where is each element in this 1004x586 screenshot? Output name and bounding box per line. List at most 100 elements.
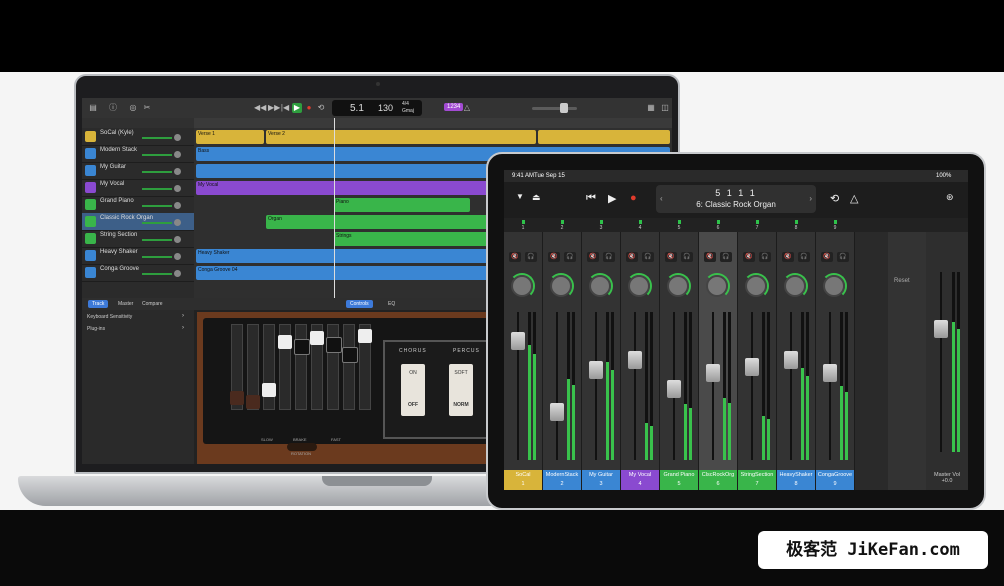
timeline-ruler[interactable]	[194, 118, 672, 128]
tab-master[interactable]: Master	[114, 300, 137, 308]
library-icon[interactable]: ▤	[88, 103, 98, 113]
mute-icon[interactable]: 🔇	[626, 252, 638, 262]
tab-compare[interactable]: Compare	[138, 300, 167, 308]
region-piano[interactable]: Piano	[334, 198, 470, 212]
pan-knob[interactable]	[823, 275, 845, 297]
track-pan-knob[interactable]	[174, 253, 181, 260]
pan-knob[interactable]	[589, 275, 611, 297]
track-pan-knob[interactable]	[174, 168, 181, 175]
headphones-icon[interactable]: 🎧	[759, 252, 771, 262]
drawbar[interactable]	[278, 324, 292, 410]
drawbar[interactable]	[294, 324, 310, 410]
volume-fader[interactable]	[706, 364, 720, 382]
track-pan-knob[interactable]	[174, 270, 181, 277]
mute-icon[interactable]: 🔇	[665, 252, 677, 262]
channel-strip[interactable]: 🔇 🎧 HeavyShaker 8	[777, 232, 816, 490]
notepad-icon[interactable]: ▦	[646, 103, 656, 113]
cycle-icon[interactable]: ⟲	[830, 192, 839, 205]
volume-fader[interactable]	[511, 331, 525, 350]
drawbar[interactable]	[262, 324, 276, 410]
fast-forward-icon[interactable]: ▶▶	[268, 103, 280, 113]
region-verse2[interactable]: Verse 2	[266, 130, 536, 144]
channel-label[interactable]: ClscRockOrg 6	[699, 470, 737, 490]
volume-fader[interactable]	[667, 379, 681, 398]
headphones-icon[interactable]: 🎧	[525, 252, 537, 262]
headphones-icon[interactable]: 🎧	[798, 252, 810, 262]
track-header[interactable]: Conga Groove	[82, 264, 194, 282]
channel-label[interactable]: CongaGroove 9	[816, 470, 854, 490]
pan-knob[interactable]	[745, 275, 767, 297]
headphones-icon[interactable]: 🎧	[681, 252, 693, 262]
track-volume-slider[interactable]	[142, 205, 172, 207]
track-volume-slider[interactable]	[142, 188, 172, 190]
record-button[interactable]: ●	[304, 103, 314, 113]
mute-icon[interactable]: 🔇	[548, 252, 560, 262]
drawbar[interactable]	[310, 324, 324, 410]
pan-knob[interactable]	[706, 275, 728, 297]
lcd-display[interactable]: ‹ 5 1 1 1 6: Classic Rock Organ ›	[656, 185, 816, 213]
channel-strip[interactable]: 🔇 🎧 CongaGroove 9	[816, 232, 855, 490]
volume-fader[interactable]	[628, 351, 642, 369]
play-button[interactable]: ▶	[608, 192, 616, 205]
percussion-switch[interactable]: SOFT NORM	[449, 364, 473, 416]
rotation-control[interactable]: SLOW BRAKE FAST ROTATION	[247, 437, 357, 457]
volume-fader[interactable]	[550, 403, 564, 421]
track-header[interactable]: My Vocal	[82, 179, 194, 197]
track-header[interactable]: My Guitar	[82, 162, 194, 180]
track-volume-slider[interactable]	[142, 222, 172, 224]
drawbar[interactable]	[358, 324, 372, 410]
track-header[interactable]: Classic Rock Organ	[82, 213, 194, 231]
mute-icon[interactable]: 🔇	[587, 252, 599, 262]
track-volume-slider[interactable]	[142, 239, 172, 241]
track-pan-knob[interactable]	[174, 185, 181, 192]
count-in-badge[interactable]: 1234	[444, 103, 464, 111]
smart-controls-icon[interactable]: ◎	[128, 103, 138, 113]
plug-ins-row[interactable]: Plug-ins	[87, 326, 105, 332]
lcd-display[interactable]: 5.1 130 4/4 Gmaj	[332, 100, 422, 116]
volume-fader[interactable]	[745, 357, 759, 376]
region-verse3[interactable]	[538, 130, 670, 144]
headphones-icon[interactable]: 🎧	[642, 252, 654, 262]
channel-strip[interactable]: 🔇 🎧 My Vocal 4	[621, 232, 660, 490]
chevron-right-icon[interactable]: ›	[809, 194, 812, 203]
master-volume-slider[interactable]	[532, 107, 577, 110]
mute-icon[interactable]: 🔇	[704, 252, 716, 262]
channel-label[interactable]: Grand Piano 5	[660, 470, 698, 490]
track-pan-knob[interactable]	[174, 236, 181, 243]
headphones-icon[interactable]: 🎧	[564, 252, 576, 262]
headphones-icon[interactable]: 🎧	[720, 252, 732, 262]
browser-icon[interactable]: ⏏	[532, 192, 541, 203]
chevron-right-icon[interactable]: ›	[182, 313, 184, 319]
mute-icon[interactable]: 🔇	[509, 252, 521, 262]
channel-strip[interactable]: 🔇 🎧 My Guitar 3	[582, 232, 621, 490]
track-pan-knob[interactable]	[174, 134, 181, 141]
channel-strip[interactable]: 🔇 🎧 StringSection 7	[738, 232, 777, 490]
loop-browser-icon[interactable]: ◫	[660, 103, 670, 113]
track-header[interactable]: String Section	[82, 230, 194, 248]
record-button[interactable]: ●	[630, 192, 637, 204]
keyboard-sensitivity-row[interactable]: Keyboard Sensitivity	[87, 314, 132, 320]
mute-icon[interactable]: 🔇	[782, 252, 794, 262]
drawbar[interactable]	[326, 324, 342, 410]
channel-label[interactable]: StringSection 7	[738, 470, 776, 490]
track-header[interactable]: Grand Piano	[82, 196, 194, 214]
pan-knob[interactable]	[511, 275, 533, 297]
channel-strip[interactable]: 🔇 🎧 SoCal 1	[504, 232, 543, 490]
tab-controls[interactable]: Controls	[346, 300, 373, 308]
chorus-switch[interactable]: ON OFF	[401, 364, 425, 416]
track-volume-slider[interactable]	[142, 154, 172, 156]
settings-icon[interactable]: ⊛	[946, 192, 954, 203]
channel-strip[interactable]: 🔇 🎧 ModernStack 2	[543, 232, 582, 490]
channel-strip[interactable]: 🔇 🎧 ClscRockOrg 6	[699, 232, 738, 490]
track-header[interactable]: Modern Stack	[82, 145, 194, 163]
track-volume-slider[interactable]	[142, 171, 172, 173]
reset-button[interactable]: Reset	[894, 278, 910, 284]
track-volume-slider[interactable]	[142, 256, 172, 258]
track-pan-knob[interactable]	[174, 151, 181, 158]
master-volume-knob[interactable]	[560, 103, 568, 113]
pan-knob[interactable]	[628, 275, 650, 297]
track-header[interactable]: SoCal (Kyle)	[82, 128, 194, 146]
chevron-down-icon[interactable]: ▼	[516, 192, 524, 201]
pan-knob[interactable]	[784, 275, 806, 297]
track-volume-slider[interactable]	[142, 137, 172, 139]
